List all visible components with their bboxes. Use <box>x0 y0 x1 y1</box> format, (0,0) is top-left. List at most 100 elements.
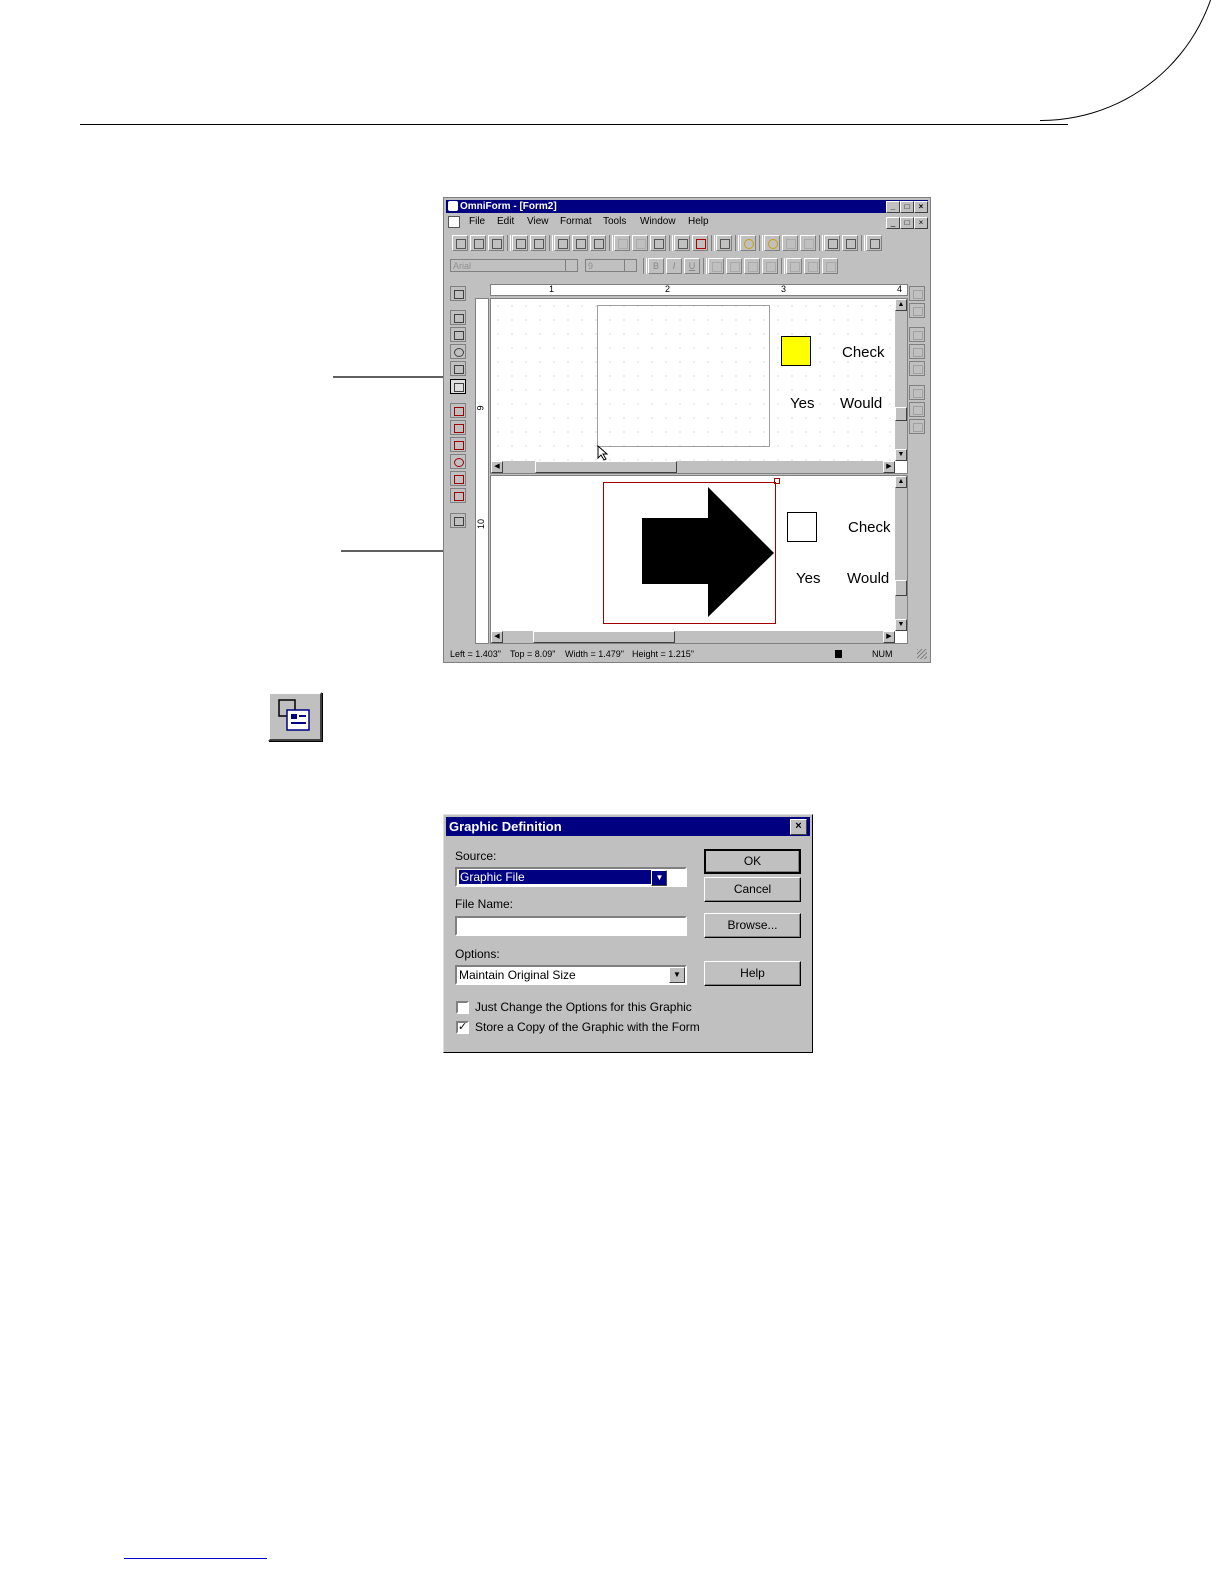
text-tool-icon[interactable] <box>450 310 466 325</box>
bold-button[interactable]: B <box>648 258 664 274</box>
menu-view[interactable]: View <box>527 216 549 227</box>
pointer-tool-icon[interactable] <box>450 286 466 301</box>
doc-restore-button[interactable]: □ <box>900 217 914 229</box>
options-select[interactable]: Maintain Original Size ▼ <box>455 965 687 985</box>
copy-icon[interactable] <box>632 235 648 251</box>
context-help-icon[interactable] <box>866 235 882 251</box>
doc-close-button[interactable]: × <box>914 217 928 229</box>
empty-graphic-frame[interactable] <box>597 305 770 447</box>
italic-button[interactable]: I <box>666 258 682 274</box>
resize-grip-icon[interactable] <box>917 649 927 659</box>
scroll-thumb[interactable] <box>535 461 677 473</box>
checkbox-tool-icon[interactable] <box>450 437 466 452</box>
scroll-left-arrow[interactable]: ◀ <box>491 631 503 643</box>
align-left-icon[interactable] <box>708 258 724 274</box>
table-icon[interactable] <box>782 235 798 251</box>
valign-bottom-icon[interactable] <box>822 258 838 274</box>
new-icon[interactable] <box>452 235 468 251</box>
just-change-options-checkbox[interactable] <box>456 1001 469 1014</box>
menu-edit[interactable]: Edit <box>497 216 514 227</box>
graphic-tool-icon[interactable] <box>450 379 466 394</box>
align-bottom-icon[interactable] <box>909 344 925 359</box>
menu-help[interactable]: Help <box>688 216 709 227</box>
scroll-up-arrow[interactable]: ▲ <box>895 476 907 488</box>
store-copy-checkbox[interactable]: ✓ <box>456 1021 469 1034</box>
browse-button[interactable]: Browse... <box>704 913 801 938</box>
field-order-icon[interactable] <box>800 235 816 251</box>
source-dropdown-arrow[interactable]: ▼ <box>651 870 667 886</box>
spell-check-icon[interactable] <box>590 235 606 251</box>
ok-button[interactable]: OK <box>704 849 801 874</box>
horizontal-scrollbar-bottom[interactable]: ◀ ▶ <box>491 631 895 643</box>
selection-handle[interactable] <box>774 478 780 484</box>
source-select[interactable]: Graphic File ▼ <box>455 867 687 887</box>
close-button[interactable]: × <box>914 201 928 213</box>
menu-tools[interactable]: Tools <box>603 216 626 227</box>
scroll-left-arrow[interactable]: ◀ <box>491 461 503 473</box>
scroll-up-arrow[interactable]: ▲ <box>895 299 907 311</box>
align-hcenter-icon[interactable] <box>909 419 925 434</box>
line-tool-icon[interactable] <box>450 327 466 342</box>
scroll-thumb[interactable] <box>533 631 675 643</box>
dialog-close-button[interactable]: × <box>790 819 807 835</box>
scroll-down-arrow[interactable]: ▼ <box>895 449 907 461</box>
justify-icon[interactable] <box>762 258 778 274</box>
scroll-right-arrow[interactable]: ▶ <box>883 631 895 643</box>
valign-middle-icon[interactable] <box>804 258 820 274</box>
options-dropdown-arrow[interactable]: ▼ <box>669 967 685 983</box>
yellow-checkbox[interactable] <box>781 336 811 366</box>
paste-icon[interactable] <box>650 235 666 251</box>
scroll-down-arrow[interactable]: ▼ <box>895 619 907 631</box>
align-right-edge-icon[interactable] <box>909 402 925 417</box>
vertical-scrollbar-bottom[interactable]: ▲ ▼ <box>895 476 907 631</box>
table-tool-icon[interactable] <box>450 471 466 486</box>
doc-minimize-button[interactable]: _ <box>886 217 900 229</box>
formula-icon[interactable] <box>764 235 780 251</box>
database-icon[interactable] <box>824 235 840 251</box>
cut-icon[interactable] <box>614 235 630 251</box>
align-left-edge-icon[interactable] <box>909 385 925 400</box>
scroll-thumb[interactable] <box>895 407 907 421</box>
design-mode-icon[interactable] <box>674 235 690 251</box>
fax-icon[interactable] <box>554 235 570 251</box>
scroll-right-arrow[interactable]: ▶ <box>883 461 895 473</box>
align-center-icon[interactable] <box>726 258 742 274</box>
valign-top-icon[interactable] <box>786 258 802 274</box>
lock-tool-icon[interactable] <box>450 513 466 528</box>
cancel-button[interactable]: Cancel <box>704 877 801 902</box>
help-button[interactable]: Help <box>704 961 801 986</box>
radio-tool-icon[interactable] <box>450 454 466 469</box>
signature-tool-icon[interactable] <box>450 488 466 503</box>
fill-mode-icon[interactable] <box>692 235 708 251</box>
hint-bulb-icon[interactable] <box>740 235 756 251</box>
align-right-icon[interactable] <box>744 258 760 274</box>
graphic-frame-selected[interactable] <box>603 482 776 624</box>
font-size-combo[interactable]: 9 <box>585 259 637 272</box>
vertical-scrollbar-top[interactable]: ▲ ▼ <box>895 299 907 461</box>
zoom-icon[interactable] <box>716 235 732 251</box>
horizontal-scrollbar-top[interactable]: ◀ ▶ <box>491 461 895 473</box>
underline-button[interactable]: U <box>684 258 700 274</box>
save-icon[interactable] <box>488 235 504 251</box>
filename-input[interactable] <box>455 916 687 936</box>
size-dropdown-arrow[interactable] <box>624 260 636 271</box>
checkbox-field[interactable] <box>787 512 817 542</box>
font-name-combo[interactable]: Arial <box>450 259 578 272</box>
menu-window[interactable]: Window <box>640 216 676 227</box>
font-dropdown-arrow[interactable] <box>565 260 577 271</box>
maximize-button[interactable]: □ <box>900 201 914 213</box>
bring-front-icon[interactable] <box>909 286 925 301</box>
send-back-icon[interactable] <box>909 303 925 318</box>
print-icon[interactable] <box>512 235 528 251</box>
align-vcenter-icon[interactable] <box>909 361 925 376</box>
zoom-page-icon[interactable] <box>572 235 588 251</box>
rectangle-tool-icon[interactable] <box>450 361 466 376</box>
text-field-tool-icon[interactable] <box>450 420 466 435</box>
print-preview-icon[interactable] <box>530 235 546 251</box>
menu-format[interactable]: Format <box>560 216 592 227</box>
menu-file[interactable]: File <box>469 216 485 227</box>
field-tool-icon[interactable] <box>450 403 466 418</box>
align-top-icon[interactable] <box>909 327 925 342</box>
scroll-thumb[interactable] <box>895 580 907 596</box>
records-icon[interactable] <box>842 235 858 251</box>
